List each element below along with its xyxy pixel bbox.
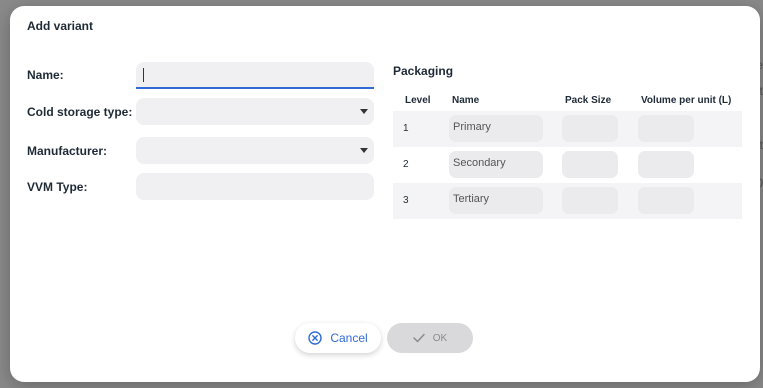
pack-size-field[interactable]: [562, 115, 618, 142]
column-header-volume: Volume per unit (L): [641, 95, 732, 106]
manufacturer-label: Manufacturer:: [27, 144, 108, 158]
volume-field[interactable]: [638, 187, 694, 214]
name-label: Name:: [27, 68, 64, 82]
table-row: 2 Secondary: [393, 147, 742, 183]
packaging-name-field[interactable]: Tertiary: [449, 187, 543, 214]
table-row: 1 Primary: [393, 111, 742, 147]
level-value: 2: [403, 159, 409, 170]
cold-storage-type-select[interactable]: [136, 98, 374, 125]
chevron-down-icon[interactable]: [360, 148, 368, 153]
pack-size-field[interactable]: [562, 151, 618, 178]
vvm-type-field[interactable]: [136, 173, 374, 200]
table-row: 3 Tertiary: [393, 183, 742, 219]
chevron-down-icon[interactable]: [360, 109, 368, 114]
close-circle-icon: [308, 331, 323, 345]
packaging-title: Packaging: [393, 64, 454, 78]
packaging-name-value: Primary: [453, 121, 491, 133]
manufacturer-select[interactable]: [136, 137, 374, 164]
name-input[interactable]: [136, 62, 374, 87]
column-header-name: Name: [452, 95, 480, 106]
column-header-level: Level: [405, 95, 431, 106]
check-icon: [413, 333, 425, 343]
packaging-name-value: Secondary: [453, 157, 506, 169]
add-variant-dialog: Add variant Name: Cold storage type: Man…: [10, 6, 760, 382]
level-value: 3: [403, 195, 409, 206]
volume-field[interactable]: [638, 115, 694, 142]
packaging-name-field[interactable]: Secondary: [449, 151, 543, 178]
vvm-type-input[interactable]: [136, 173, 374, 200]
packaging-table: Level Name Pack Size Volume per unit (L)…: [393, 91, 742, 219]
column-header-pack-size: Pack Size: [565, 95, 612, 106]
dialog-title: Add variant: [27, 19, 94, 33]
volume-field[interactable]: [638, 151, 694, 178]
name-field[interactable]: [136, 62, 374, 89]
level-value: 1: [403, 123, 409, 134]
packaging-table-header: Level Name Pack Size Volume per unit (L): [393, 91, 742, 111]
packaging-name-field[interactable]: Primary: [449, 115, 543, 142]
text-cursor: [143, 68, 144, 82]
cancel-button-label: Cancel: [330, 331, 368, 345]
cancel-button[interactable]: Cancel: [295, 323, 381, 353]
ok-button-label: OK: [432, 332, 448, 344]
backdrop-fragment: t: [759, 84, 763, 98]
ok-button[interactable]: OK: [387, 323, 473, 353]
packaging-name-value: Tertiary: [453, 193, 490, 205]
vvm-type-label: VVM Type:: [27, 180, 88, 194]
cold-storage-type-label: Cold storage type:: [27, 105, 133, 119]
pack-size-field[interactable]: [562, 187, 618, 214]
